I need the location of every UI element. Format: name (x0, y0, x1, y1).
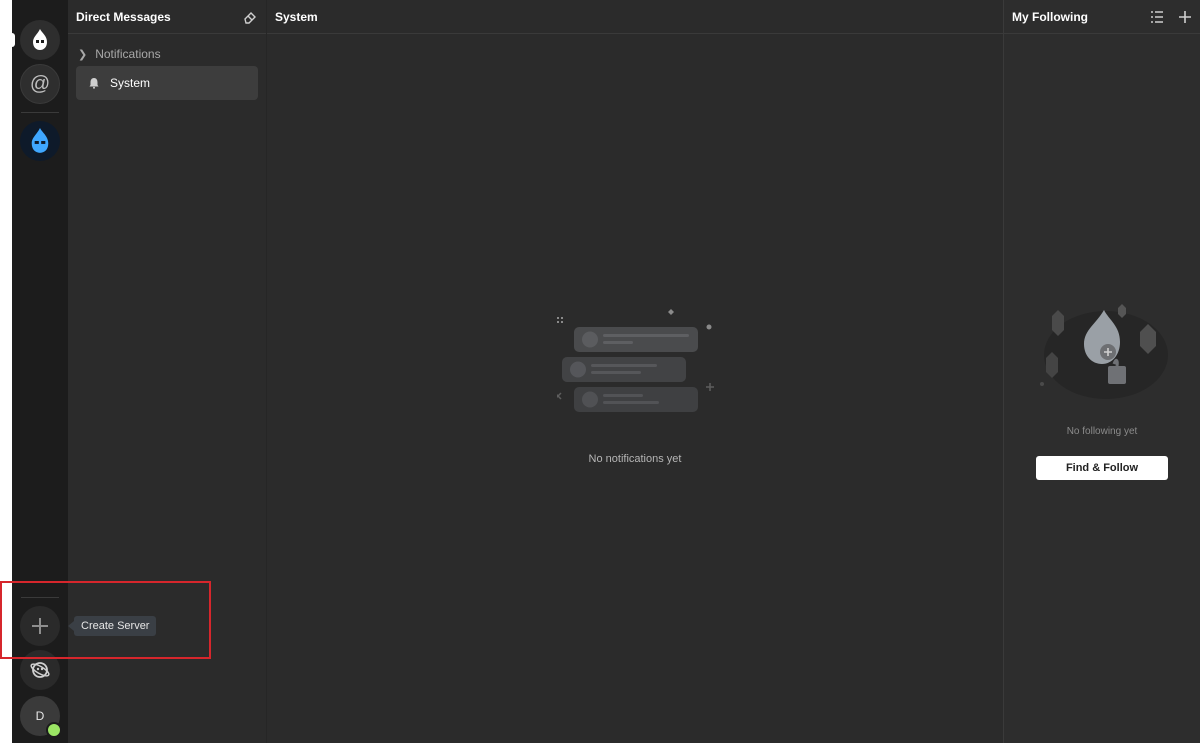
find-follow-button[interactable]: Find & Follow (1036, 456, 1168, 480)
sidebar-item-system[interactable]: System (76, 66, 258, 100)
bell-icon (88, 77, 100, 89)
blue-flame-server-icon (31, 128, 49, 153)
empty-state-text: No notifications yet (588, 453, 682, 465)
rail-divider (21, 112, 59, 113)
plus-icon (32, 618, 48, 634)
page-title: System (275, 9, 318, 24)
main-panel: System No notifications yet (266, 0, 1003, 743)
sidebar-item-label: System (110, 76, 151, 90)
selected-indicator (9, 33, 15, 47)
explore-button[interactable] (20, 650, 60, 690)
sidebar-title: Direct Messages (76, 9, 171, 24)
main-header: System (267, 0, 1003, 34)
list-sort-icon[interactable] (1150, 10, 1164, 24)
empty-following-illustration (1038, 300, 1168, 410)
clear-eraser-icon[interactable] (242, 9, 258, 25)
notifications-category[interactable]: ❯ Notifications (68, 44, 266, 64)
flame-logo-icon (33, 29, 47, 50)
app-logo-button[interactable] (20, 20, 60, 60)
no-following-text: No following yet (1066, 426, 1138, 437)
chevron-right-icon: ❯ (78, 48, 88, 61)
user-avatar-button[interactable]: D (20, 696, 62, 738)
sidebar-header: Direct Messages (68, 0, 266, 34)
server-icon-button[interactable] (20, 121, 60, 161)
app-window: @ D Direct Messages ❯ Notifications Syst… (12, 0, 1200, 743)
add-plus-icon[interactable] (1178, 10, 1192, 24)
following-title: My Following (1012, 9, 1088, 24)
category-label: Notifications (95, 47, 161, 61)
empty-notifications-illustration (554, 305, 727, 420)
online-status-icon (46, 722, 62, 738)
create-server-tooltip: Create Server (67, 616, 157, 636)
explore-planet-icon (30, 662, 50, 678)
create-server-button[interactable] (20, 606, 60, 646)
following-panel: My Following No following yet Find & Fol… (1003, 0, 1200, 743)
following-header: My Following (1004, 0, 1200, 34)
mentions-button[interactable]: @ (20, 64, 60, 104)
server-rail: @ D (12, 0, 68, 743)
avatar-initial: D (35, 709, 45, 723)
at-sign-icon: @ (29, 73, 51, 95)
rail-divider-bottom (21, 597, 59, 598)
